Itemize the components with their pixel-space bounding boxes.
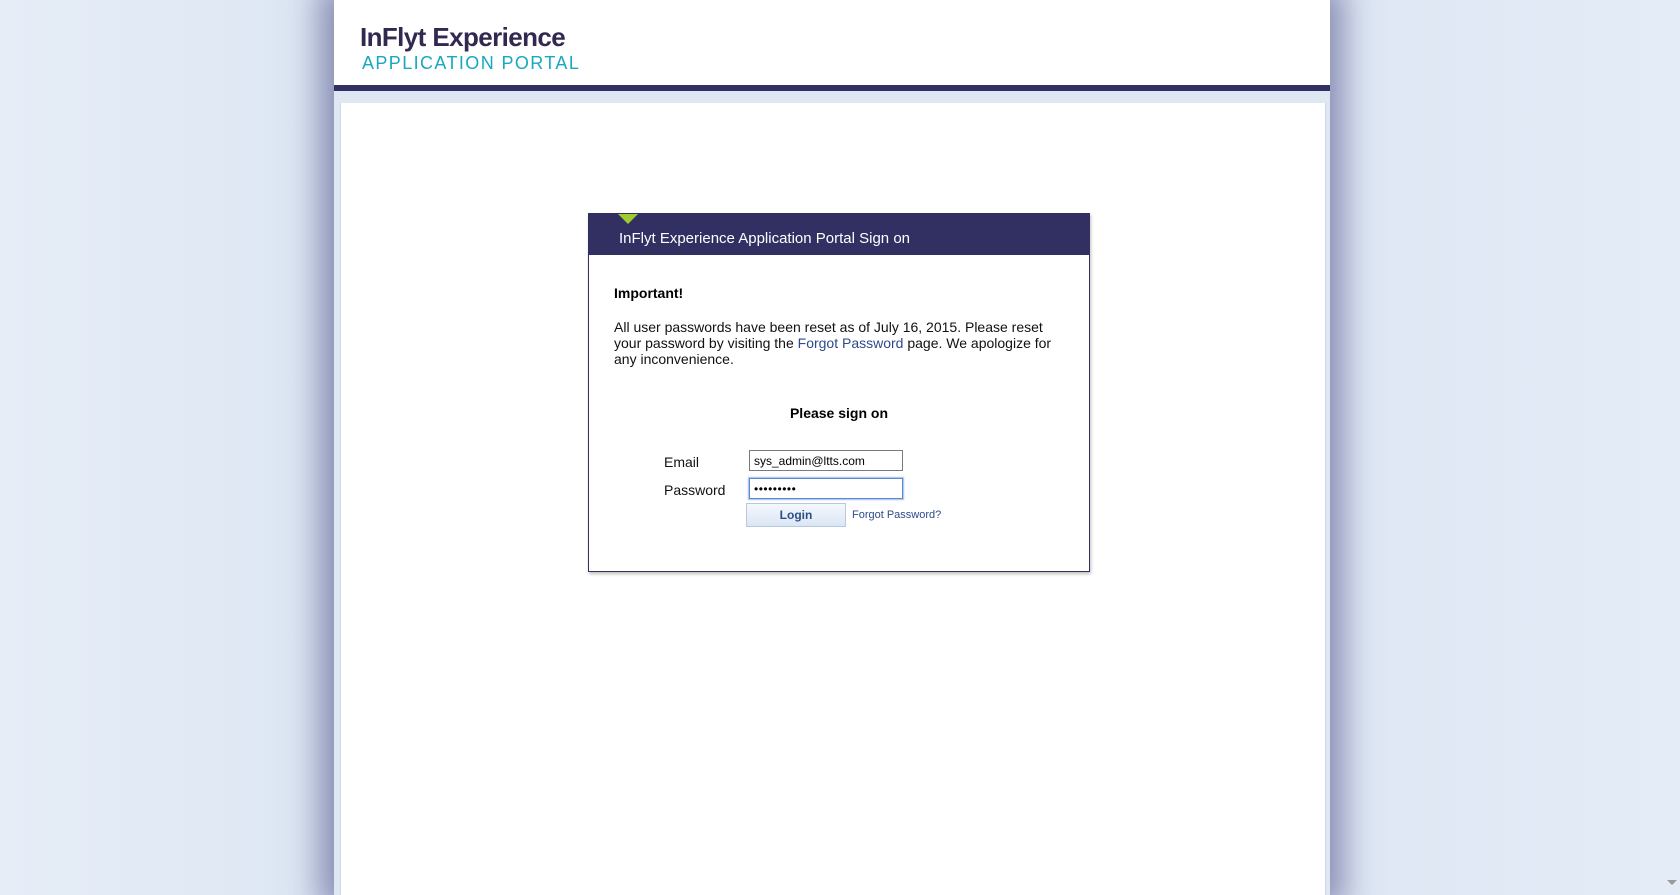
please-sign-on-heading: Please sign on: [789, 405, 889, 421]
login-button[interactable]: Login: [746, 503, 846, 527]
green-triangle-marker-icon: [618, 214, 638, 224]
password-label: Password: [664, 482, 726, 498]
forgot-password-link[interactable]: Forgot Password?: [852, 509, 941, 521]
password-reset-notice: All user passwords have been reset as of…: [614, 319, 1064, 367]
portal-header: InFlyt Experience APPLICATION PORTAL: [334, 0, 1330, 91]
important-heading: Important!: [614, 285, 684, 301]
signon-panel-header: InFlyt Experience Application Portal Sig…: [589, 214, 1089, 255]
logo-subtitle: APPLICATION PORTAL: [362, 53, 581, 73]
signon-panel: InFlyt Experience Application Portal Sig…: [588, 213, 1090, 572]
main-content: InFlyt Experience Application Portal Sig…: [340, 103, 1326, 895]
logo-title: InFlyt Experience: [360, 22, 566, 52]
signon-panel-title: InFlyt Experience Application Portal Sig…: [619, 230, 910, 247]
scroll-down-arrow-icon[interactable]: [1667, 880, 1677, 885]
forgot-password-notice-link[interactable]: Forgot Password: [798, 335, 904, 351]
page-shell: InFlyt Experience APPLICATION PORTAL InF…: [334, 0, 1330, 895]
password-field[interactable]: [749, 478, 903, 499]
email-field[interactable]: [749, 450, 903, 471]
email-label: Email: [664, 454, 700, 470]
